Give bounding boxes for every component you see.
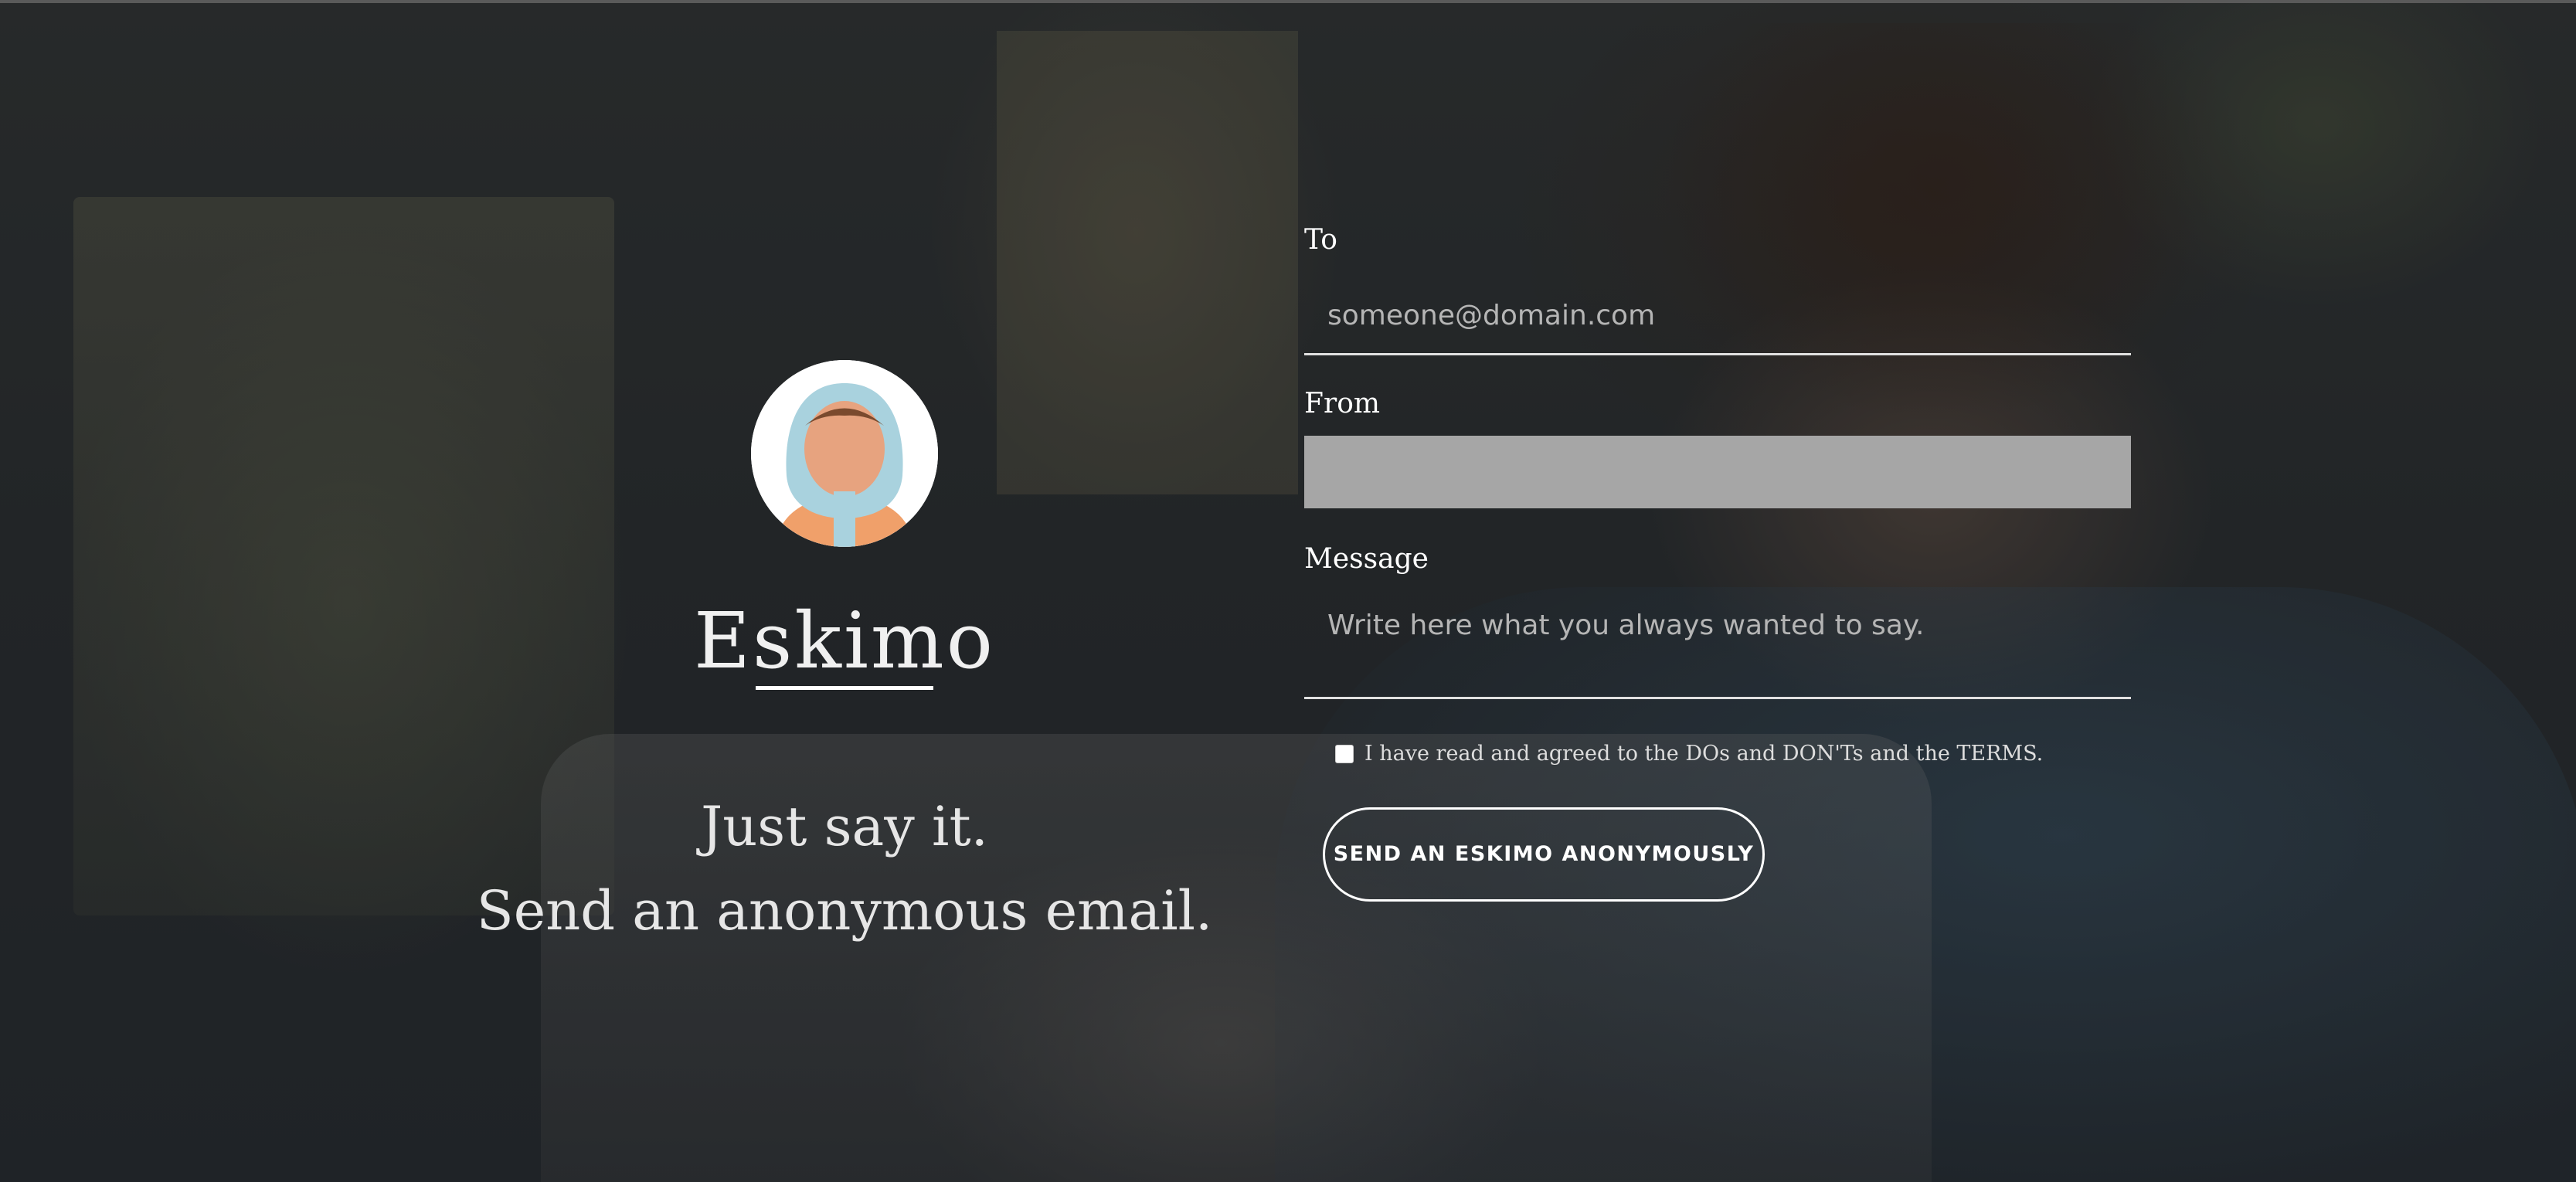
dark-overlay [0, 0, 2576, 1182]
send-anonymously-button[interactable]: SEND AN ESKIMO ANONYMOUSLY [1323, 807, 1765, 902]
to-label: To [1304, 224, 1337, 256]
message-textarea[interactable] [1304, 591, 2131, 699]
terms-text: I have read and agreed to the DOs and DO… [1364, 742, 2044, 766]
from-input[interactable] [1304, 436, 2131, 508]
top-border [0, 0, 2576, 3]
brand-title-underline [756, 686, 933, 690]
to-email-input[interactable] [1304, 278, 2131, 355]
terms-checkbox[interactable] [1335, 744, 1354, 763]
avatar-graphic [751, 360, 938, 547]
message-label: Message [1304, 543, 1429, 575]
page: Eskimo Just say it. Send an anonymous em… [0, 0, 2576, 1182]
terms-row: I have read and agreed to the DOs and DO… [1335, 742, 2043, 766]
eskimo-avatar-icon [751, 360, 938, 547]
from-label: From [1304, 388, 1380, 419]
